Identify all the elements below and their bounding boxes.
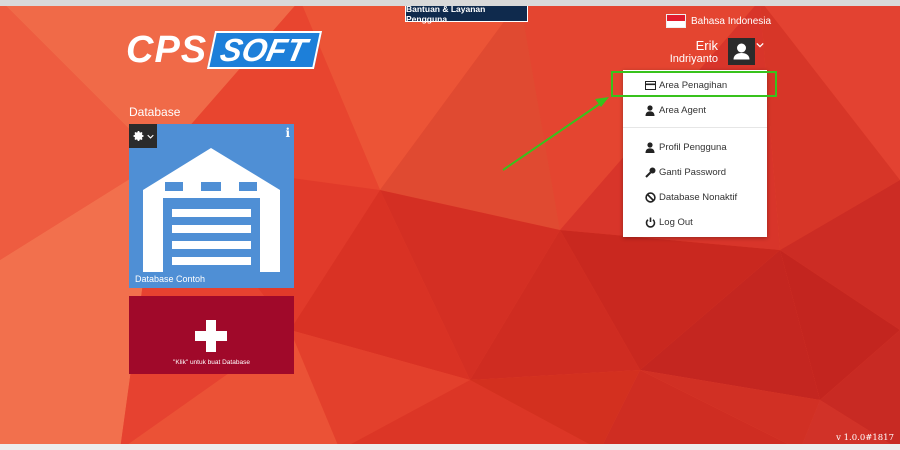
menu-item-label: Area Agent (659, 104, 707, 116)
bottom-border (0, 444, 900, 450)
database-name: Database Contoh (135, 274, 206, 284)
app-logo: CPS SOFT (126, 29, 323, 71)
user-tie-icon (644, 104, 656, 116)
database-card[interactable]: i Database Contoh (129, 124, 294, 288)
language-selector[interactable]: Bahasa Indonesia (666, 14, 771, 28)
power-icon (644, 216, 656, 228)
new-database-label: "Klik" untuk buat Database (173, 359, 250, 366)
menu-item-log-out[interactable]: Log Out (623, 211, 767, 233)
user-last-name[interactable]: Indriyanto (664, 53, 718, 65)
logo-cps-text: CPS (126, 29, 208, 71)
ban-icon (644, 191, 656, 203)
menu-item-label: Profil Pengguna (659, 141, 727, 153)
menu-item-label: Database Nonaktif (659, 191, 738, 203)
new-database-button[interactable]: "Klik" untuk buat Database (129, 296, 294, 374)
menu-item-label: Ganti Password (659, 166, 727, 178)
menu-item-label: Log Out (659, 216, 693, 228)
user-icon (644, 141, 656, 153)
highlight-box (611, 71, 777, 97)
user-icon (733, 43, 750, 60)
indonesia-flag-icon (666, 14, 686, 28)
key-icon (644, 166, 656, 178)
user-avatar-button[interactable] (728, 38, 755, 65)
user-first-name[interactable]: Erik (680, 38, 718, 53)
chevron-down-icon[interactable] (756, 42, 764, 48)
info-icon[interactable]: i (285, 126, 290, 140)
menu-item-area-agent[interactable]: Area Agent (623, 99, 767, 121)
warehouse-icon (143, 148, 280, 272)
version-label: v 1.0.0#1817 (836, 433, 894, 443)
help-tab[interactable]: Bantuan & Layanan Pengguna (405, 4, 528, 24)
menu-item-database-nonaktif[interactable]: Database Nonaktif (623, 186, 767, 208)
chevron-down-icon (146, 134, 154, 139)
menu-item-ganti-password[interactable]: Ganti Password (623, 161, 767, 183)
database-section-label: Database (129, 105, 181, 119)
menu-item-profil-pengguna[interactable]: Profil Pengguna (623, 136, 767, 158)
language-label: Bahasa Indonesia (691, 15, 772, 27)
plus-icon (195, 320, 227, 352)
logo-soft-text: SOFT (207, 31, 323, 69)
menu-divider (623, 127, 767, 128)
gear-icon (133, 131, 143, 141)
